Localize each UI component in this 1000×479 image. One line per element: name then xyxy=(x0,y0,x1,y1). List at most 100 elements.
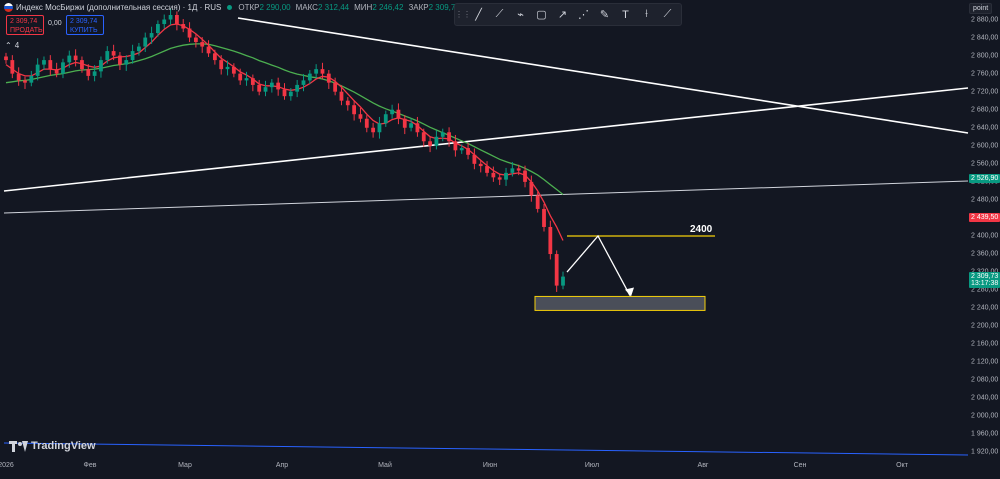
channel-line-blue xyxy=(3,442,969,456)
price-tick-label: 2 200,00 xyxy=(971,322,999,330)
buy-label: КУПИТЬ xyxy=(70,27,98,34)
price-tick-label: 2 760,00 xyxy=(971,70,999,78)
candle-body xyxy=(504,172,508,180)
trend-line-upper xyxy=(237,17,969,134)
candle-body xyxy=(149,33,154,38)
candle-body xyxy=(168,15,173,20)
candle-body xyxy=(377,123,382,133)
candle-body xyxy=(35,64,40,76)
candle-body xyxy=(282,89,287,97)
rectangle-icon[interactable]: ▢ xyxy=(532,5,551,24)
price-tag-upper-line: 2 526,90 xyxy=(969,173,1000,183)
horizontal-ray xyxy=(3,180,969,214)
candle-body xyxy=(478,163,483,167)
ohlc-open-value: 2 290,00 xyxy=(259,2,291,12)
candle-body xyxy=(54,69,59,74)
trend-line-icon[interactable]: ╱ xyxy=(469,5,488,24)
sell-label: ПРОДАТЬ xyxy=(10,27,43,34)
price-tick-label: 1 920,00 xyxy=(971,448,999,456)
candle-body xyxy=(516,168,521,171)
sell-button[interactable]: 2 309,74 ПРОДАТЬ xyxy=(6,15,44,35)
candle-body xyxy=(143,37,148,47)
candle-body xyxy=(42,60,46,65)
candle-body xyxy=(434,136,439,146)
candle-body xyxy=(10,60,15,74)
candle-body xyxy=(307,73,312,81)
candle-body xyxy=(453,141,458,151)
candle-body xyxy=(485,166,489,173)
candle-body xyxy=(288,91,293,97)
text-icon[interactable]: T xyxy=(616,5,635,24)
arrow-icon[interactable]: ↗ xyxy=(553,5,572,24)
polyline-icon[interactable]: ⋰ xyxy=(574,5,593,24)
candle-body xyxy=(86,69,91,76)
target-zone-box xyxy=(534,295,706,311)
price-tag-ma-value: 2 439,50 xyxy=(971,214,999,222)
candle-body xyxy=(497,177,502,180)
price-tick-label: 2 720,00 xyxy=(971,88,999,96)
price-tick-label: 2 040,00 xyxy=(971,394,999,402)
brush-icon[interactable]: ✎ xyxy=(595,5,614,24)
price-tick-label: 2 160,00 xyxy=(971,340,999,348)
candle-body xyxy=(200,42,205,47)
candle-body xyxy=(542,208,546,227)
price-tick-label: 2 600,00 xyxy=(971,142,999,150)
candle-body xyxy=(16,73,21,81)
candle-body xyxy=(92,71,97,76)
price-tag-ma: 2 439,50 xyxy=(969,213,1000,223)
russia-flag-icon xyxy=(4,2,13,12)
spread-value: 0,00 xyxy=(48,20,62,27)
candle-body xyxy=(358,114,363,119)
candle-body xyxy=(364,118,369,128)
candle-body xyxy=(339,91,344,101)
candle-body xyxy=(320,69,325,74)
candle-body xyxy=(4,56,8,61)
candle-body xyxy=(29,75,34,83)
candle-body xyxy=(61,62,65,74)
time-tick-label: Июн xyxy=(482,462,498,469)
price-tick-label: 1 960,00 xyxy=(971,430,999,438)
candle-body xyxy=(105,51,110,61)
candle-body xyxy=(428,141,432,146)
measure-icon[interactable]: ⟊ xyxy=(637,5,656,24)
chevron-up-icon: ⌃ xyxy=(5,41,12,50)
symbol-title[interactable]: Индекс МосБиржи (дополнительная сессия) … xyxy=(16,3,221,12)
time-tick-label: Фев xyxy=(83,462,97,469)
candle-body xyxy=(396,109,401,119)
ohlc-values: ОТКР2 290,00 МАКС2 312,44 МИН2 246,42 ЗА… xyxy=(238,3,459,12)
indicators-toggle[interactable]: ⌃ 4 xyxy=(5,41,19,50)
price-chart[interactable] xyxy=(0,0,1000,479)
buy-button[interactable]: 2 309,74 КУПИТЬ xyxy=(66,15,104,35)
candle-body xyxy=(535,195,540,209)
candle-body xyxy=(326,73,331,83)
indicators-count: 4 xyxy=(14,41,20,50)
tradingview-logo[interactable]: TradingView xyxy=(9,440,96,452)
candle-body xyxy=(130,51,135,61)
time-tick-label: Апр xyxy=(275,462,289,469)
candle-body xyxy=(187,28,192,38)
price-tag-countdown: 13:17:38 xyxy=(971,279,999,287)
candle-body xyxy=(212,53,217,61)
time-tick-label: 2026 xyxy=(0,462,14,469)
ray-icon[interactable]: ⟋ xyxy=(490,5,509,24)
candle-body xyxy=(225,66,230,70)
tradingview-logo-text: TradingView xyxy=(31,440,96,452)
candle-body xyxy=(554,254,559,286)
drag-handle-icon[interactable]: ⋮⋮ xyxy=(455,8,471,22)
candle-body xyxy=(491,172,496,178)
price-tick-label: 2 800,00 xyxy=(971,52,999,60)
candle-body xyxy=(263,87,268,92)
level-2400-label[interactable]: 2400 xyxy=(690,224,712,235)
ohlc-low-value: 2 246,42 xyxy=(372,2,404,12)
ohlc-open-label: ОТКР xyxy=(238,2,260,12)
point-button[interactable]: point xyxy=(969,3,993,14)
ruler-icon[interactable]: ⟋ xyxy=(658,5,677,24)
candle-body xyxy=(23,80,27,83)
price-tick-label: 2 840,00 xyxy=(971,34,999,42)
price-tick-label: 2 240,00 xyxy=(971,304,999,312)
path-icon[interactable]: ⌁ xyxy=(511,5,530,24)
candle-body xyxy=(244,78,249,81)
candle-body xyxy=(257,84,262,92)
candle-body xyxy=(48,60,53,70)
candle-body xyxy=(548,226,553,255)
